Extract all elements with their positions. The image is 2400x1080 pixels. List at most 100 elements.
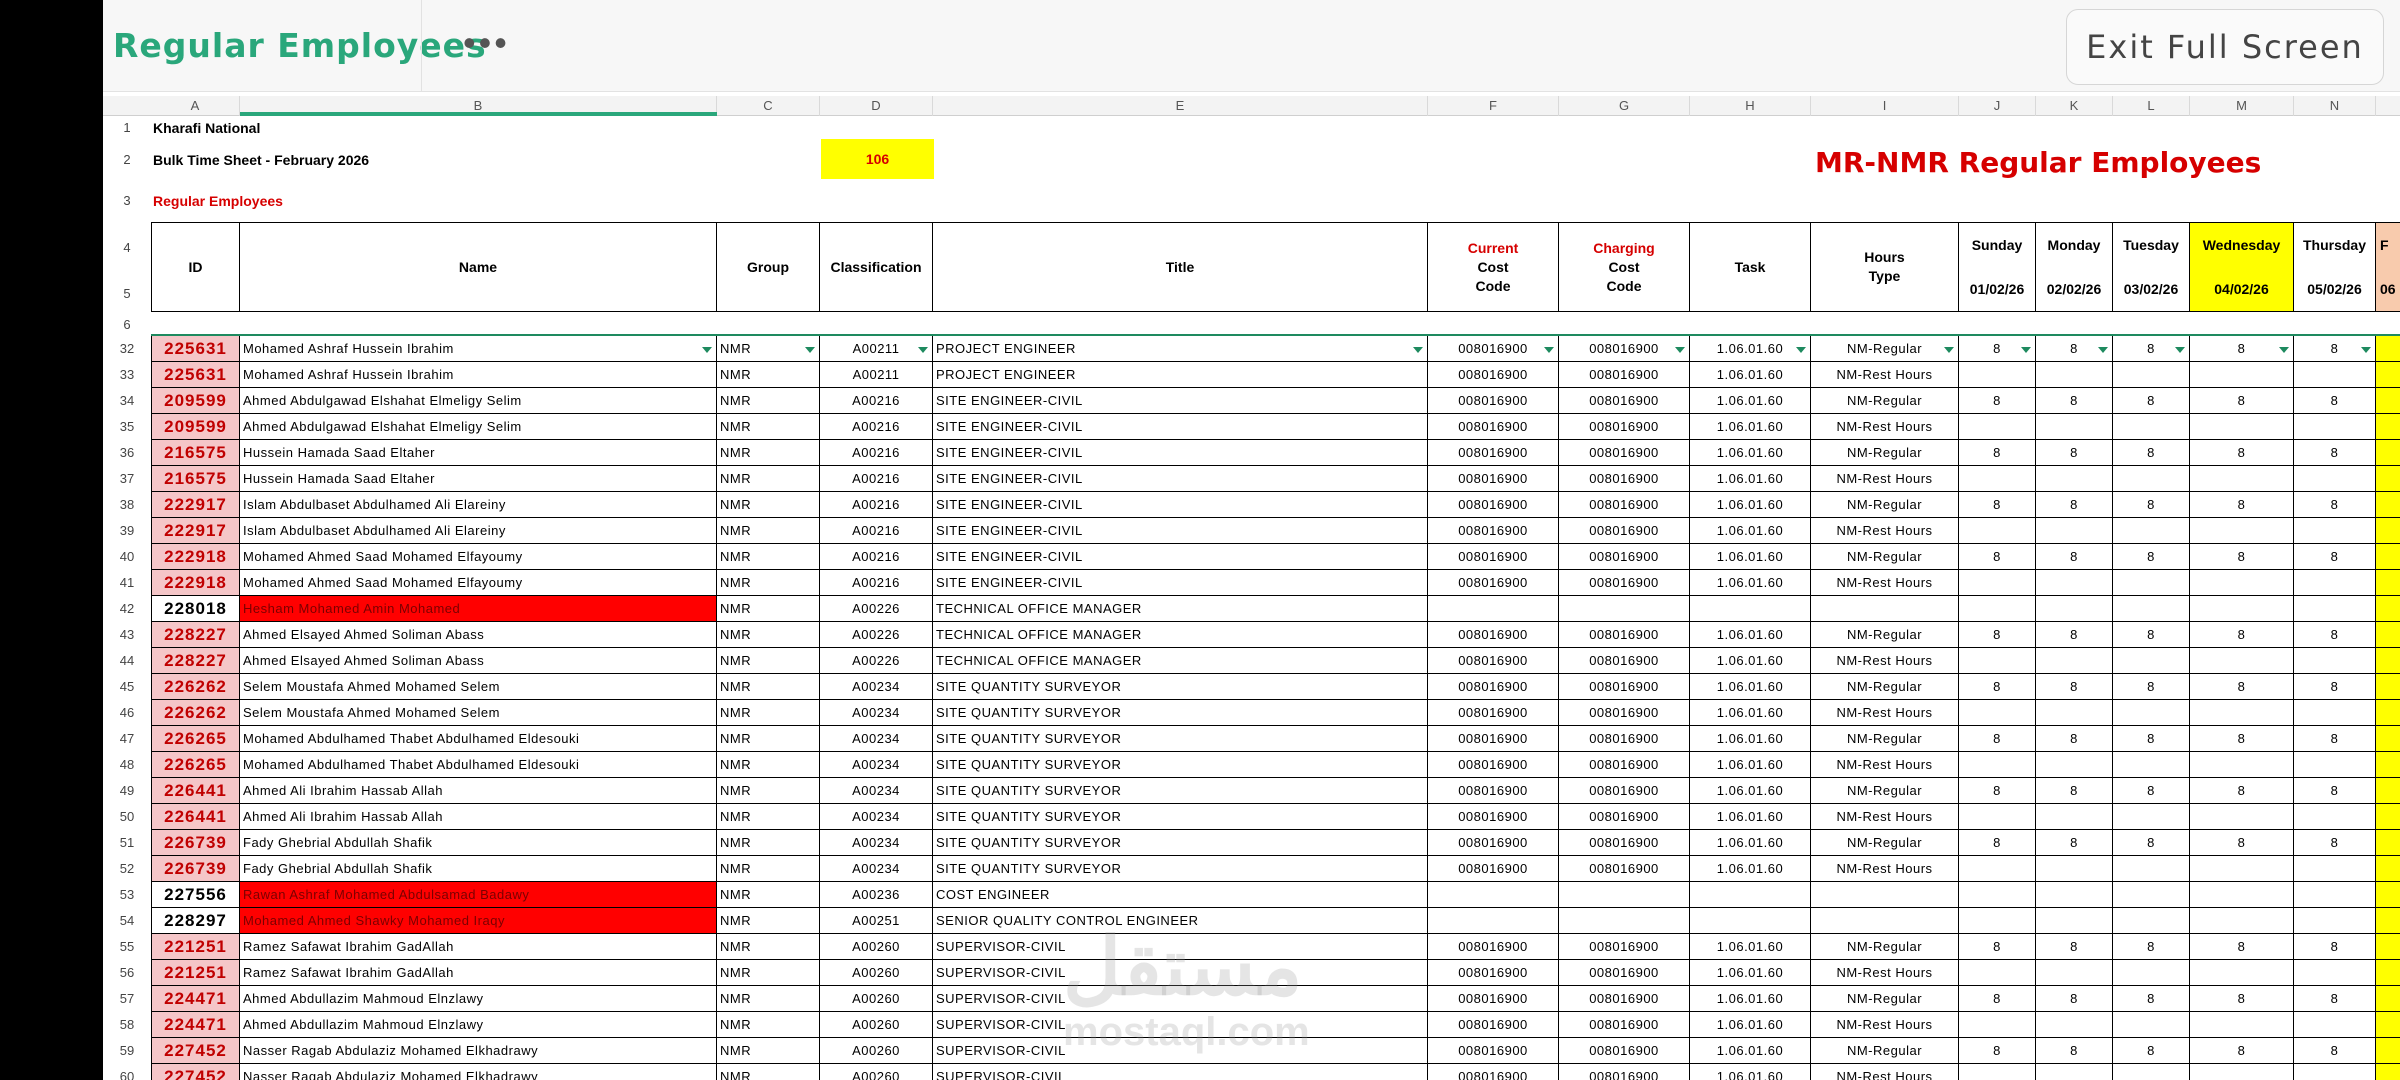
column-header-d[interactable]: D: [820, 96, 933, 116]
cell-hours[interactable]: 8: [2036, 544, 2113, 570]
cell-cur[interactable]: 008016900: [1428, 830, 1559, 856]
cell-cls[interactable]: A00260: [820, 1064, 933, 1080]
cell-chg[interactable]: 008016900: [1559, 726, 1690, 752]
cell-friday-partial[interactable]: [2376, 856, 2400, 882]
cell-hours[interactable]: [2036, 362, 2113, 388]
cell-task[interactable]: 1.06.01.60: [1690, 752, 1811, 778]
column-header-l[interactable]: L: [2113, 96, 2190, 116]
cell-group[interactable]: NMR: [717, 960, 820, 986]
column-header-c[interactable]: C: [717, 96, 820, 116]
cell-type[interactable]: NM-Rest Hours: [1811, 700, 1959, 726]
cell-chg[interactable]: [1559, 596, 1690, 622]
cell-hours[interactable]: [2190, 1012, 2294, 1038]
cell-name[interactable]: Ahmed Ali Ibrahim Hassab Allah: [240, 778, 717, 804]
cell-hours[interactable]: 8: [2036, 726, 2113, 752]
cell-task[interactable]: 1.06.01.60: [1690, 492, 1811, 518]
cell-hours[interactable]: 8: [1959, 934, 2036, 960]
cell-id[interactable]: 226262: [151, 674, 240, 700]
cell-hours[interactable]: [2113, 882, 2190, 908]
cell-hours[interactable]: [2113, 856, 2190, 882]
cell-cls[interactable]: A00216: [820, 570, 933, 596]
cell-cur[interactable]: 008016900: [1428, 492, 1559, 518]
cell-name[interactable]: Mohamed Abdulhamed Thabet Abdulhamed Eld…: [240, 726, 717, 752]
cell-hours[interactable]: [2294, 648, 2376, 674]
cell-hours[interactable]: [1959, 570, 2036, 596]
cell-friday-partial[interactable]: [2376, 570, 2400, 596]
cell-hours[interactable]: 8: [1959, 492, 2036, 518]
cell-hours[interactable]: 8: [1959, 674, 2036, 700]
cell-hours[interactable]: [2294, 1012, 2376, 1038]
cell-type[interactable]: NM-Rest Hours: [1811, 518, 1959, 544]
cell-group[interactable]: NMR: [717, 570, 820, 596]
row-number[interactable]: 34: [103, 388, 151, 414]
cell-cls[interactable]: A00234: [820, 726, 933, 752]
cell-friday-partial[interactable]: [2376, 830, 2400, 856]
cell-cls[interactable]: A00260: [820, 1012, 933, 1038]
cell-hours[interactable]: 8: [1959, 336, 2036, 362]
cell-name[interactable]: Ahmed Elsayed Ahmed Soliman Abass: [240, 648, 717, 674]
cell-hours[interactable]: [2190, 518, 2294, 544]
cell-type[interactable]: NM-Regular: [1811, 388, 1959, 414]
cell-hours[interactable]: [1959, 1064, 2036, 1080]
cell-friday-partial[interactable]: [2376, 466, 2400, 492]
row-number[interactable]: 53: [103, 882, 151, 908]
cell-name[interactable]: Hesham Mohamed Amin Mohamed: [240, 596, 717, 622]
cell-hours[interactable]: [2294, 700, 2376, 726]
cell-hours[interactable]: 8: [2036, 986, 2113, 1012]
cell-hours[interactable]: [2294, 752, 2376, 778]
cell-chg[interactable]: 008016900: [1559, 1064, 1690, 1080]
cell-hours[interactable]: [1959, 414, 2036, 440]
cell-hours[interactable]: [1959, 700, 2036, 726]
cell-friday-partial[interactable]: [2376, 622, 2400, 648]
row-number[interactable]: 6: [103, 317, 151, 332]
cell-type[interactable]: [1811, 882, 1959, 908]
cell-hours[interactable]: [2294, 596, 2376, 622]
cell-friday-partial[interactable]: [2376, 648, 2400, 674]
cell-name[interactable]: Selem Moustafa Ahmed Mohamed Selem: [240, 700, 717, 726]
cell-type[interactable]: NM-Regular: [1811, 674, 1959, 700]
cell-cls[interactable]: A00234: [820, 674, 933, 700]
cell-group[interactable]: NMR: [717, 544, 820, 570]
cell-cur[interactable]: 008016900: [1428, 934, 1559, 960]
cell-title[interactable]: SITE QUANTITY SURVEYOR: [933, 752, 1428, 778]
cell-chg[interactable]: 008016900: [1559, 1038, 1690, 1064]
column-header-i[interactable]: I: [1811, 96, 1959, 116]
cell-hours[interactable]: 8: [1959, 388, 2036, 414]
cell-hours[interactable]: [2036, 1012, 2113, 1038]
column-header-n[interactable]: N: [2294, 96, 2376, 116]
cell-name[interactable]: Mohamed Abdulhamed Thabet Abdulhamed Eld…: [240, 752, 717, 778]
cell-type[interactable]: NM-Rest Hours: [1811, 414, 1959, 440]
cell-id[interactable]: 226265: [151, 726, 240, 752]
cell-group[interactable]: NMR: [717, 830, 820, 856]
row-number[interactable]: 55: [103, 934, 151, 960]
cell-title[interactable]: SITE QUANTITY SURVEYOR: [933, 778, 1428, 804]
cell-group[interactable]: NMR: [717, 492, 820, 518]
cell-cur[interactable]: 008016900: [1428, 960, 1559, 986]
row-number[interactable]: 36: [103, 440, 151, 466]
cell-hours[interactable]: 8: [2294, 336, 2376, 362]
cell-task[interactable]: 1.06.01.60: [1690, 674, 1811, 700]
cell-cls[interactable]: A00216: [820, 414, 933, 440]
cell-id[interactable]: 221251: [151, 960, 240, 986]
cell-group[interactable]: NMR: [717, 466, 820, 492]
cell-cls[interactable]: A00211: [820, 336, 933, 362]
cell-hours[interactable]: [2113, 518, 2190, 544]
cell-group[interactable]: NMR: [717, 1064, 820, 1080]
cell-hours[interactable]: [2113, 414, 2190, 440]
cell-hours[interactable]: 8: [2113, 440, 2190, 466]
cell-id[interactable]: 226739: [151, 856, 240, 882]
cell-hours[interactable]: [2190, 804, 2294, 830]
cell-hours[interactable]: 8: [2190, 778, 2294, 804]
cell-cls[interactable]: A00234: [820, 778, 933, 804]
cell-chg[interactable]: 008016900: [1559, 830, 1690, 856]
column-header-f[interactable]: F: [1428, 96, 1559, 116]
cell-hours[interactable]: [2294, 466, 2376, 492]
cell-hours[interactable]: 8: [2113, 1038, 2190, 1064]
cell-hours[interactable]: 8: [2036, 1038, 2113, 1064]
cell-type[interactable]: NM-Regular: [1811, 544, 1959, 570]
cell-hours[interactable]: 8: [2036, 674, 2113, 700]
cell-hours[interactable]: 8: [2113, 986, 2190, 1012]
cell-title[interactable]: SITE ENGINEER-CIVIL: [933, 570, 1428, 596]
cell-group[interactable]: NMR: [717, 726, 820, 752]
cell-type[interactable]: NM-Regular: [1811, 622, 1959, 648]
